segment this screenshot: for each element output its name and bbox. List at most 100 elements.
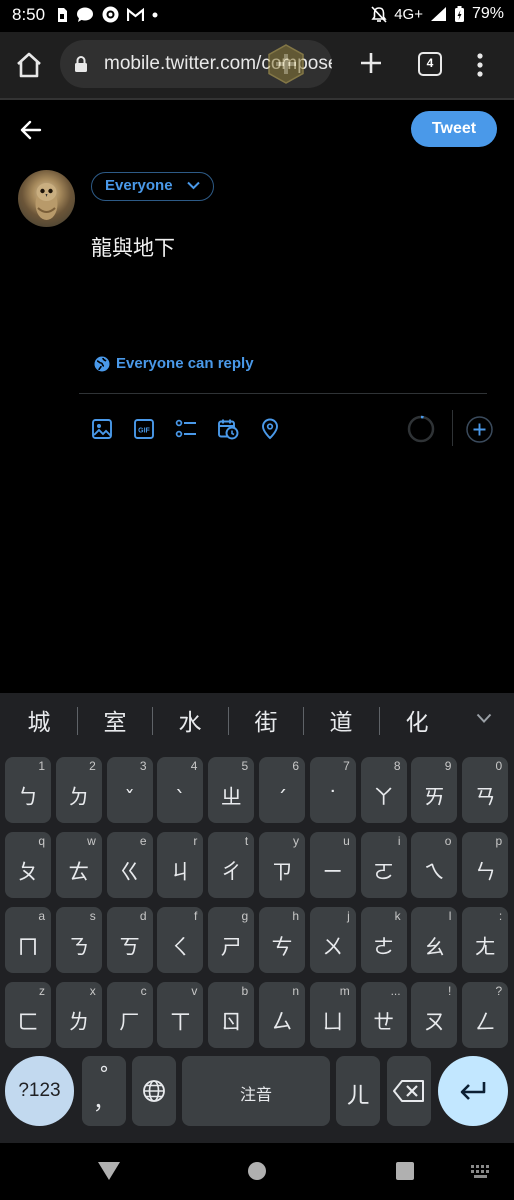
keyboard-key[interactable]: yㄗ [259,832,305,898]
keyboard-key[interactable]: sㄋ [55,907,102,973]
key-label: ㄙ [271,1010,293,1034]
back-arrow-icon[interactable] [18,117,44,143]
keyboard-key[interactable]: ... ㄝ [360,982,407,1048]
keyboard-key[interactable]: cㄏ [106,982,153,1048]
suggestion-divider [303,707,304,735]
keyboard-key[interactable]: pㄣ [462,832,509,898]
key-hint: v [191,984,198,998]
key-hint: i [397,834,401,848]
keyboard-key[interactable]: aㄇ [5,907,51,973]
tweet-text-input[interactable]: 龍與地下 [91,232,175,262]
key-hint: : [498,909,503,923]
tweet-button[interactable]: Tweet [411,111,497,147]
keyboard-key[interactable]: jㄨ [309,907,356,973]
keyboard-key[interactable]: 1ㄅ [5,757,51,823]
keyboard-key[interactable]: 7 ˙ [309,757,356,823]
keyboard-key[interactable]: zㄈ [5,982,51,1048]
reply-setting[interactable]: Everyone can reply [94,355,254,372]
keyboard-key[interactable]: tㄔ [208,832,255,898]
location-icon[interactable] [259,418,281,440]
expand-suggestions-icon[interactable] [476,713,492,724]
key-hint: ! [448,984,452,998]
gmail-icon [127,7,144,21]
suggestion-5[interactable]: 道 [311,703,371,737]
keyboard-key[interactable]: gㄕ [208,907,255,973]
keyboard-key[interactable]: oㄟ [411,832,458,898]
space-label: 注音 [239,1085,272,1104]
key-label: ㄢ [474,785,496,809]
key-hint: f [194,909,198,923]
add-thread-icon[interactable] [466,416,493,443]
er-key[interactable]: ㄦ [336,1056,380,1126]
backspace-key[interactable] [387,1056,431,1126]
enter-key[interactable] [438,1056,508,1126]
key-label: ㄗ [271,860,293,884]
keyboard-key[interactable]: 0ㄢ [462,757,509,823]
address-bar[interactable]: mobile.twitter.com/compose/tweet [60,40,332,88]
keyboard-key[interactable]: iㄛ [360,832,407,898]
keyboard-key[interactable]: 6ˊ [259,757,305,823]
space-key[interactable]: 注音 [182,1056,330,1126]
suggestion-2[interactable]: 室 [85,703,145,737]
symbols-key[interactable]: ?123 [5,1056,74,1126]
key-label: ㄆ [17,860,39,884]
audience-selector[interactable]: Everyone [91,172,214,201]
browser-toolbar: mobile.twitter.com/compose/tweet 4 [0,32,514,98]
keyboard-key[interactable]: 2ㄉ [55,757,102,823]
keyboard-key[interactable]: wㄊ [55,832,102,898]
keyboard-key[interactable]: eㄍ [106,832,153,898]
key-label: ㄟ [423,860,445,884]
keyboard-switch-icon[interactable] [470,1164,492,1180]
suggestion-3[interactable]: 水 [160,703,220,737]
keyboard-key[interactable]: nㄙ [259,982,305,1048]
keyboard-key[interactable]: lㄠ [411,907,458,973]
recents-nav-icon[interactable] [395,1161,415,1181]
suggestion-4[interactable]: 街 [236,703,296,737]
key-label: ㄖ [220,1010,242,1034]
key-label: ㄠ [423,935,445,959]
keyboard-key[interactable]: :ㄤ [462,907,509,973]
gif-icon[interactable]: GIF [133,418,155,440]
keyboard-key[interactable]: rㄐ [157,832,204,898]
keyboard-key[interactable]: vㄒ [157,982,204,1048]
keyboard-key[interactable]: mㄩ [309,982,356,1048]
schedule-icon[interactable] [217,418,239,440]
keyboard-key[interactable]: ! ㄡ [411,982,458,1048]
poll-icon[interactable] [175,418,197,440]
new-tab-icon[interactable] [356,48,386,78]
key-label: ㄒ [169,1010,191,1034]
avatar[interactable] [18,170,75,227]
punctuation-key[interactable]: ° ， [82,1056,126,1126]
keyboard-key[interactable]: 8ㄚ [360,757,407,823]
keyboard-key[interactable]: ? ㄥ [462,982,509,1048]
key-hint: 7 [343,759,350,773]
keyboard-key[interactable]: 3ˇ [106,757,153,823]
keyboard-key[interactable]: bㄖ [208,982,255,1048]
image-icon[interactable] [91,418,113,440]
keyboard-key[interactable]: kㄜ [360,907,407,973]
keyboard-key[interactable]: dㄎ [106,907,153,973]
keyboard-key[interactable]: hㄘ [259,907,305,973]
key-hint: y [293,834,299,848]
keyboard-key[interactable]: fㄑ [157,907,204,973]
keyboard-key[interactable]: xㄌ [55,982,102,1048]
keyboard-key[interactable]: 5ㄓ [208,757,255,823]
key-label: ㄘ [271,935,293,959]
home-nav-icon[interactable] [247,1161,267,1181]
suggestion-1[interactable]: 城 [9,703,69,737]
keyboard-key[interactable]: 4ˋ [157,757,204,823]
tab-switcher-button[interactable]: 4 [418,52,442,76]
keyboard-key[interactable]: qㄆ [5,832,51,898]
more-menu-icon[interactable] [470,50,490,80]
key-hint: j [347,909,350,923]
key-label: ㄈ [17,1010,39,1034]
keyboard-key[interactable]: 9ㄞ [411,757,458,823]
language-key[interactable] [132,1056,176,1126]
back-nav-icon[interactable] [97,1161,121,1181]
key-label: ˙ [327,787,339,811]
key-label: ㄜ [373,935,395,959]
keyboard-key[interactable]: uㄧ [309,832,356,898]
soft-keyboard: 城 室 水 街 道 化 1 ㄅ 2 ㄉ 3 ˇ 4 ˋ 5 ㄓ 6 ˊ 7 ˙ 8 ㄚ 9 ㄞ 0 ㄢ q ㄆ w ㄊ e ㄍ r ㄐ… [0,693,514,1143]
home-icon[interactable] [14,50,44,80]
suggestion-6[interactable]: 化 [387,703,447,737]
